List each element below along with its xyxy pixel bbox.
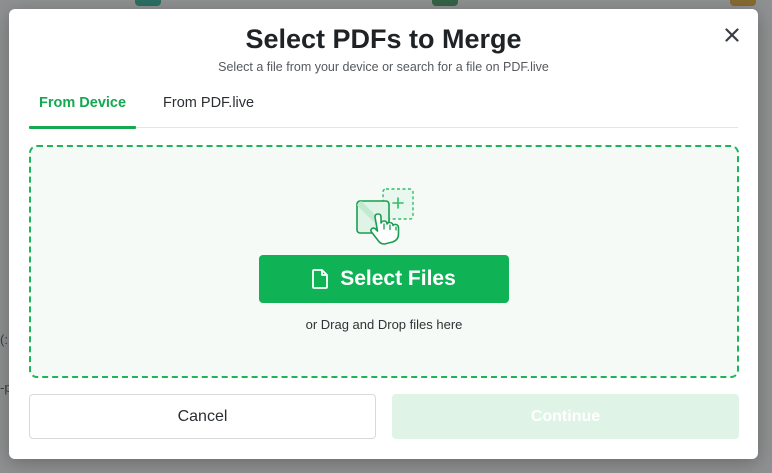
file-dropzone[interactable]: Select Files or Drag and Drop files here — [29, 145, 739, 378]
merge-dialog: Select PDFs to Merge Select a file from … — [9, 9, 758, 459]
select-files-button[interactable]: Select Files — [259, 255, 509, 303]
continue-button[interactable]: Continue — [392, 394, 739, 439]
select-files-label: Select Files — [340, 267, 456, 290]
cancel-button[interactable]: Cancel — [29, 394, 376, 439]
dialog-title: Select PDFs to Merge — [245, 24, 522, 54]
tab-from-device[interactable]: From Device — [29, 89, 137, 129]
file-icon — [312, 269, 329, 289]
drag-drop-hint: or Drag and Drop files here — [305, 317, 463, 332]
source-tabs: From Device From PDF.live — [29, 89, 738, 129]
tab-from-pdf-live[interactable]: From PDF.live — [153, 89, 264, 128]
dialog-subtitle: Select a file from your device or search… — [218, 60, 549, 74]
hand-tap-upload-icon — [356, 188, 414, 245]
